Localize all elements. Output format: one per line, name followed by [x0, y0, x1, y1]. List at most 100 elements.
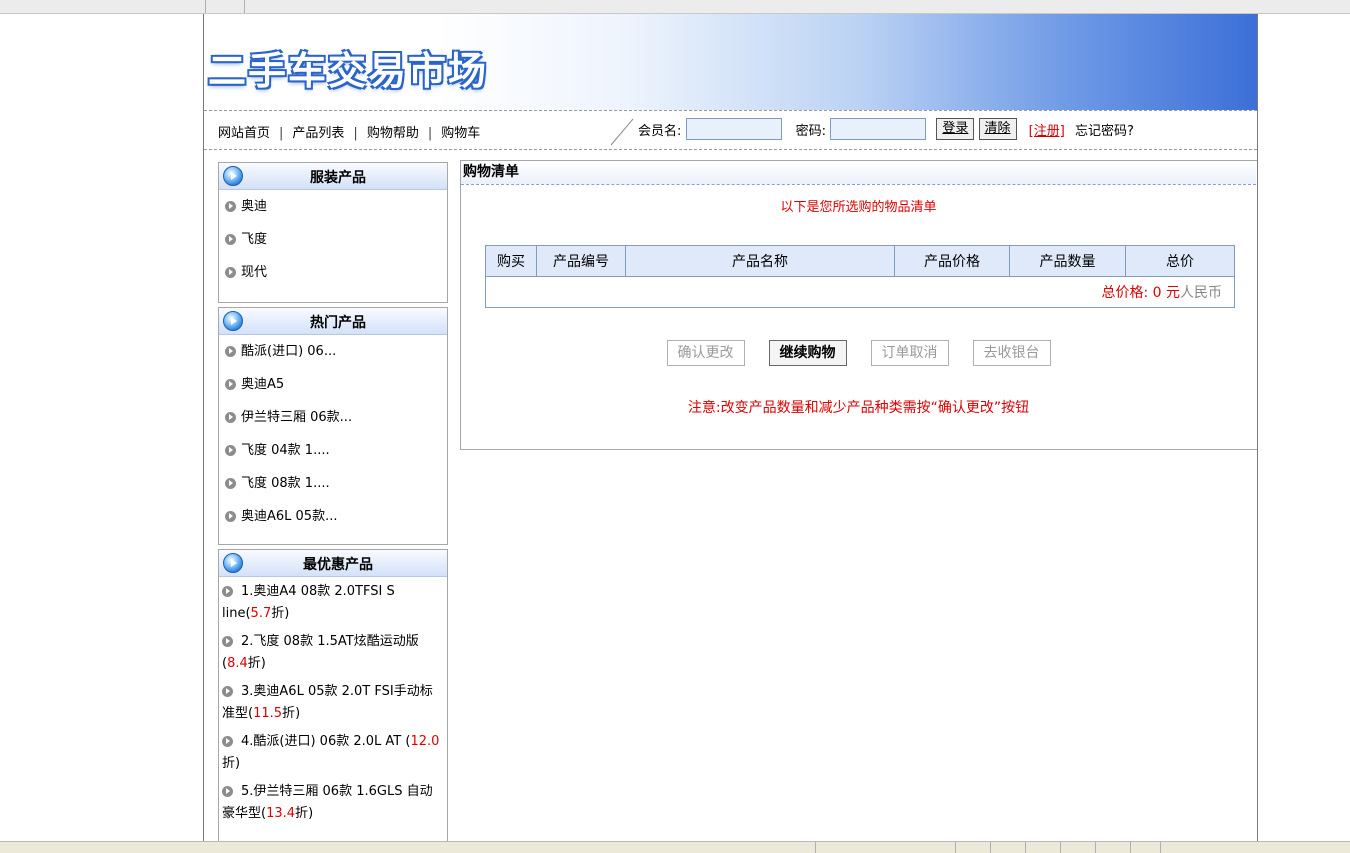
deal-item[interactable]: 1.奥迪A4 08款 2.0TFSI S line(5.7折) [219, 577, 447, 627]
arrow-bullet-icon [222, 636, 233, 647]
nav-products-link[interactable]: 产品列表 [292, 126, 344, 141]
cart-section: 购物清单 以下是您所选购的物品清单 购买 产品编号 产品名称 产品价格 产品数量… [460, 160, 1257, 450]
nav-bar: 网站首页 | 产品列表 | 购物帮助 | 购物车 会员名: 密码: 登录 清除 [注册] 忘… [204, 110, 1257, 150]
page-container: 二手车交易市场 网站首页 | 产品列表 | 购物帮助 | 购物车 会员名: 密码: 登录 清… [203, 14, 1258, 853]
nav-separator: | [427, 126, 433, 141]
arrow-bullet-icon [222, 736, 233, 747]
status-divider [1060, 842, 1061, 853]
nav-cart-link[interactable]: 购物车 [441, 126, 480, 141]
login-button[interactable]: 登录 [936, 118, 975, 140]
status-divider [1160, 842, 1161, 853]
hot-product-item[interactable]: 奥迪A6L 05款... [219, 500, 447, 533]
arrow-bullet-icon [225, 267, 236, 278]
hot-product-label: 奥迪A6L 05款... [241, 509, 338, 524]
nav-separator: | [353, 126, 358, 141]
cart-total-row: 总价格: 0 元人民币 [485, 276, 1235, 308]
deal-suffix: 折 [271, 606, 285, 621]
checkout-button[interactable]: 去收银台 [972, 340, 1051, 366]
total-currency: 元 [1166, 285, 1180, 301]
panel-header: 最优惠产品 [219, 550, 447, 577]
cancel-order-button[interactable]: 订单取消 [870, 340, 949, 366]
total-unit: 人民币 [1180, 285, 1222, 301]
sidebar-item-fit[interactable]: 飞度 [219, 223, 447, 256]
sidebar-item-hyundai[interactable]: 现代 [219, 256, 447, 289]
best-deals-panel: 最优惠产品 1.奥迪A4 08款 2.0TFSI S line(5.7折) 2.… [218, 549, 448, 853]
status-divider [955, 842, 956, 853]
sidebar-item-label: 奥迪 [241, 199, 268, 214]
panel-title: 服装产品 [310, 170, 366, 186]
arrow-bullet-icon [225, 412, 236, 423]
apparel-panel: 服装产品 奥迪 飞度 现代 [218, 162, 448, 303]
top-bar-divider [205, 0, 206, 13]
deal-discount: 8.4 [227, 656, 248, 671]
cart-intro: 以下是您所选购的物品清单 [780, 200, 937, 215]
arrow-bullet-icon [225, 478, 236, 489]
panel-title: 最优惠产品 [303, 557, 373, 573]
login-form: 会员名: 密码: 登录 清除 [注册] 忘记密码? [638, 118, 1134, 140]
status-divider [990, 842, 991, 853]
col-product-name: 产品名称 [625, 245, 895, 277]
nav-divider-slash [610, 118, 634, 146]
nav-home-link[interactable]: 网站首页 [218, 126, 270, 141]
panel-header: 服装产品 [219, 163, 447, 190]
arrow-bullet-icon [225, 346, 236, 357]
arrow-bullet-icon [225, 379, 236, 390]
banner: 二手车交易市场 [204, 14, 1257, 110]
col-total: 总价 [1125, 245, 1235, 277]
deal-suffix: 折 [295, 806, 309, 821]
status-divider [815, 842, 816, 853]
forgot-password-link[interactable]: 忘记密码? [1075, 120, 1134, 139]
password-input[interactable] [830, 118, 927, 140]
clear-button[interactable]: 清除 [978, 118, 1017, 140]
browser-status-bar [0, 841, 1350, 853]
deal-text: 4.酷派(进口) 06款 2.0L AT [241, 734, 406, 749]
deal-item[interactable]: 2.飞度 08款 1.5AT炫酷运动版(8.4折) [219, 627, 447, 677]
col-buy: 购买 [485, 245, 537, 277]
deal-text: 1.奥迪A4 08款 2.0TFSI S line [222, 584, 395, 621]
status-divider [1095, 842, 1096, 853]
username-label: 会员名: [638, 123, 682, 139]
deal-discount: 5.7 [250, 606, 272, 621]
confirm-changes-button[interactable]: 确认更改 [666, 340, 745, 366]
hot-product-item[interactable]: 飞度 04款 1.... [219, 434, 447, 467]
hot-product-item[interactable]: 酷派(进口) 06... [219, 335, 447, 368]
sidebar-item-label: 飞度 [241, 232, 268, 247]
cart-table: 购买 产品编号 产品名称 产品价格 产品数量 总价 总价格: 0 元人民币 [485, 245, 1235, 308]
sidebar-item-audi[interactable]: 奥迪 [219, 190, 447, 223]
top-bar-divider [244, 0, 245, 13]
deal-suffix: 折 [247, 656, 261, 671]
hot-product-label: 伊兰特三厢 06款... [241, 410, 353, 425]
deal-discount: 13.4 [266, 806, 296, 821]
continue-shopping-button[interactable]: 继续购物 [768, 340, 847, 366]
arrow-bullet-icon [222, 586, 233, 597]
cart-title: 购物清单 [461, 161, 1256, 185]
status-divider [1025, 842, 1026, 853]
panel-header: 热门产品 [219, 308, 447, 335]
col-price: 产品价格 [894, 245, 1010, 277]
hot-product-item[interactable]: 飞度 08款 1.... [219, 467, 447, 500]
deal-item[interactable]: 3.奥迪A6L 05款 2.0T FSI手动标准型(11.5折) [219, 677, 447, 727]
arrow-bullet-icon [225, 511, 236, 522]
panel-title: 热门产品 [310, 315, 366, 331]
site-logo[interactable]: 二手车交易市场 [208, 40, 488, 95]
register-link[interactable]: [注册] [1029, 124, 1065, 139]
nav-separator: | [279, 126, 284, 141]
hot-products-panel: 热门产品 酷派(进口) 06... 奥迪A5 伊兰特三厢 06款... 飞度 0… [218, 307, 448, 545]
hot-product-label: 飞度 04款 1.... [241, 443, 330, 458]
hot-product-item[interactable]: 伊兰特三厢 06款... [219, 401, 447, 434]
deal-item[interactable]: 5.伊兰特三厢 06款 1.6GLS 自动豪华型(13.4折) [219, 777, 447, 827]
username-input[interactable] [685, 118, 782, 140]
deal-suffix: 折 [282, 706, 296, 721]
hot-product-item[interactable]: 奥迪A5 [219, 368, 447, 401]
arrow-bullet-icon [225, 445, 236, 456]
arrow-bullet-icon [222, 786, 233, 797]
cart-note: 注意:改变产品数量和减少产品种类需按“确认更改”按钮 [687, 400, 1030, 416]
nav-help-link[interactable]: 购物帮助 [367, 126, 419, 141]
arrow-bullet-icon [225, 201, 236, 212]
deal-suffix: 折 [222, 756, 236, 771]
col-product-id: 产品编号 [536, 245, 626, 277]
deal-item[interactable]: 4.酷派(进口) 06款 2.0L AT (12.0折) [219, 727, 447, 777]
deal-text: 2.飞度 08款 1.5AT炫酷运动版 [241, 634, 419, 649]
cart-panel: 购物清单 以下是您所选购的物品清单 购买 产品编号 产品名称 产品价格 产品数量… [460, 161, 1256, 450]
total-label: 总价格: [1101, 285, 1149, 301]
